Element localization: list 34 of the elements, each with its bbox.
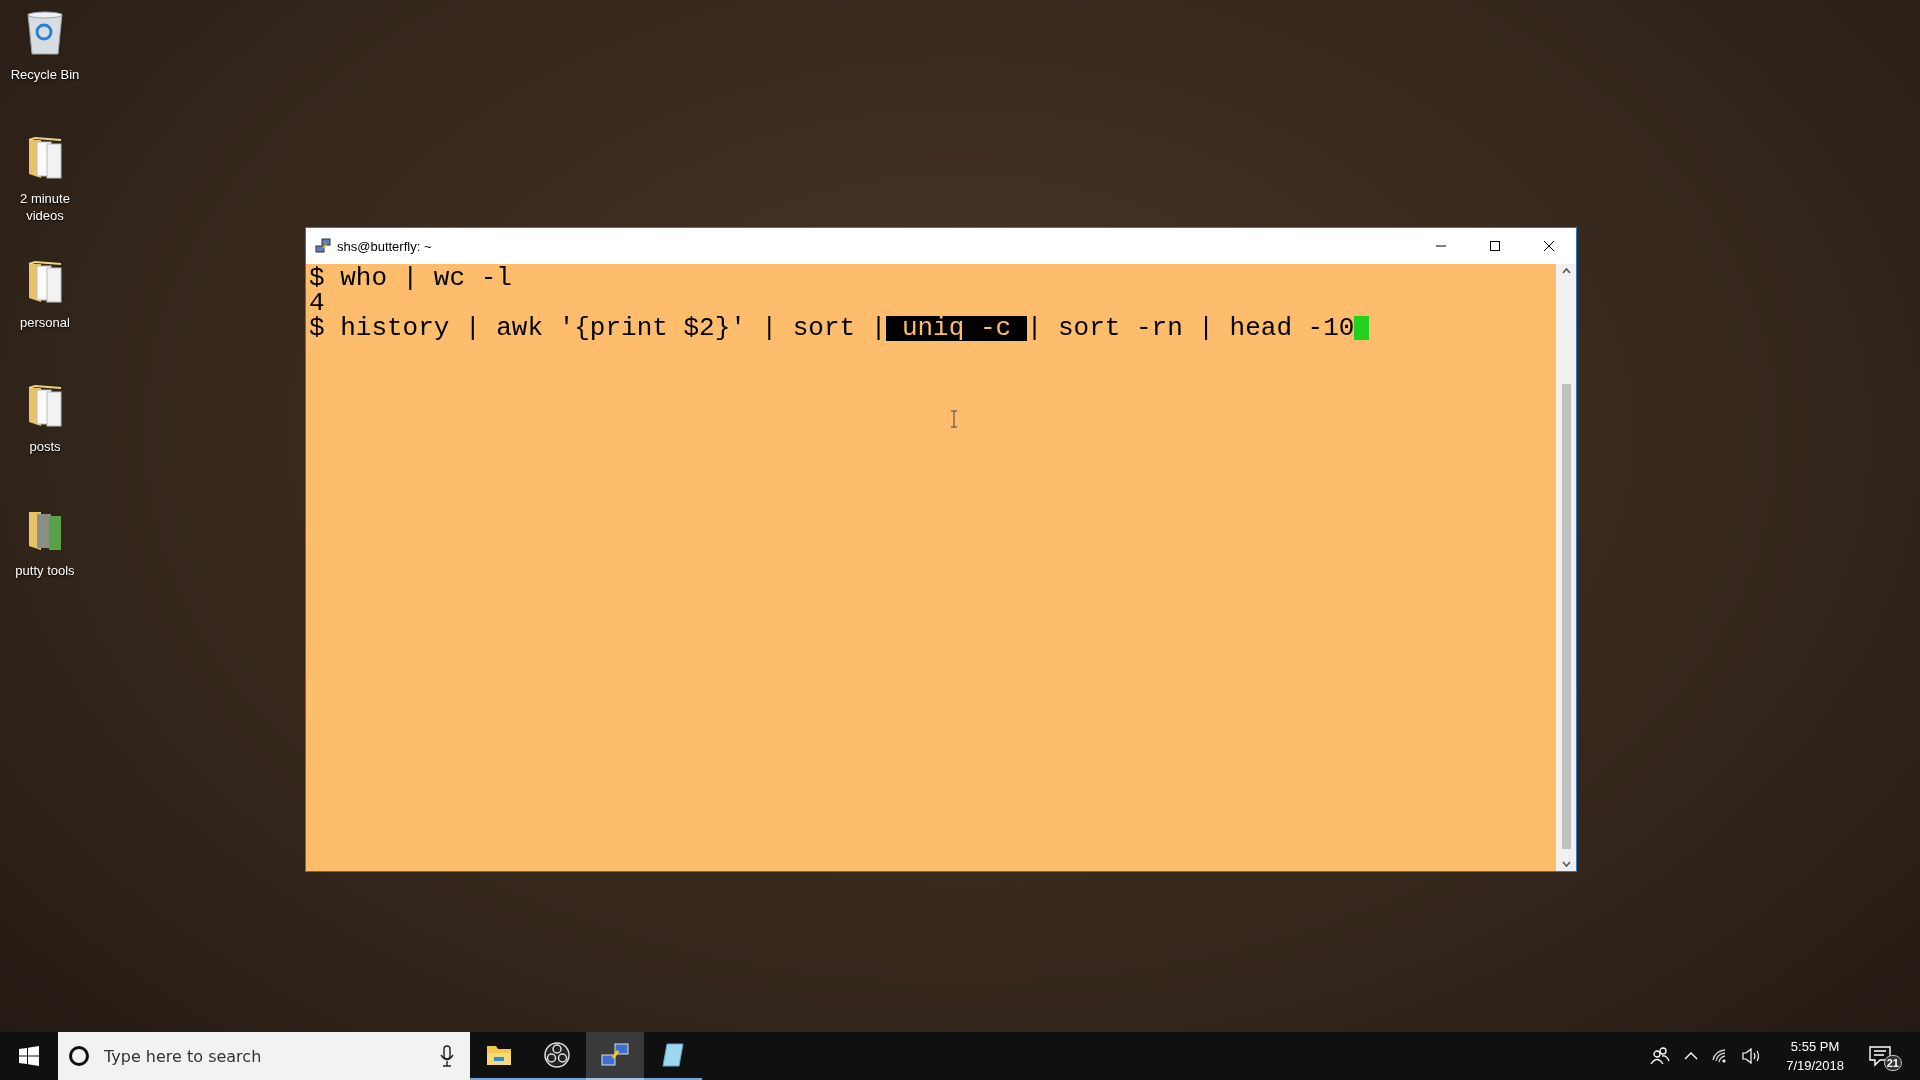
terminal-text: $ who | wc -l <box>309 266 512 291</box>
windows-logo-icon <box>19 1046 39 1066</box>
chevron-up-icon[interactable] <box>1684 1051 1699 1061</box>
desktop-icon-label[interactable]: putty tools <box>5 562 85 579</box>
computers-icon <box>315 238 331 254</box>
search-bar[interactable]: Type here to search <box>58 1032 470 1080</box>
desktop-icon-label[interactable]: 2 minute videos <box>5 190 85 224</box>
notepad-icon <box>661 1042 685 1068</box>
maximize-icon <box>1490 241 1500 251</box>
desktop-icon-label[interactable]: personal <box>5 314 85 331</box>
clock-time: 5:55 PM <box>1790 1038 1840 1056</box>
folder-icon <box>486 1044 512 1066</box>
clock-date: 7/19/2018 <box>1786 1057 1844 1075</box>
terminal-text: | sort -rn | head -10 <box>1026 316 1355 341</box>
taskbar-app-button[interactable] <box>586 1032 644 1080</box>
microphone-icon[interactable] <box>440 1045 454 1067</box>
search-field[interactable]: Type here to search <box>102 1045 428 1067</box>
terminal-text: $ history | awk '{print $2}' | sort | <box>309 316 887 341</box>
desktop-icon-label[interactable]: posts <box>5 438 85 455</box>
notification-count: 21 <box>1883 1055 1902 1071</box>
people-icon[interactable] <box>1650 1047 1671 1065</box>
window-title: shs@butterfly: ~ <box>337 238 432 254</box>
selected-text: uniq -c <box>886 316 1027 341</box>
close-icon <box>1544 241 1554 251</box>
recycle-bin-icon[interactable] <box>25 10 65 56</box>
computers-icon <box>601 1042 629 1068</box>
terminal-text: 4 <box>309 291 325 316</box>
desktop-icon-label[interactable]: Recycle Bin <box>5 66 85 83</box>
scrollbar-thumb[interactable] <box>1561 384 1571 849</box>
i-beam-cursor-icon <box>950 410 958 428</box>
scrollbar[interactable] <box>1556 264 1576 871</box>
search-circle-icon <box>68 1045 90 1067</box>
clock[interactable]: 5:55 PM 7/19/2018 <box>1776 1037 1854 1075</box>
circle-logo-icon <box>544 1042 570 1068</box>
